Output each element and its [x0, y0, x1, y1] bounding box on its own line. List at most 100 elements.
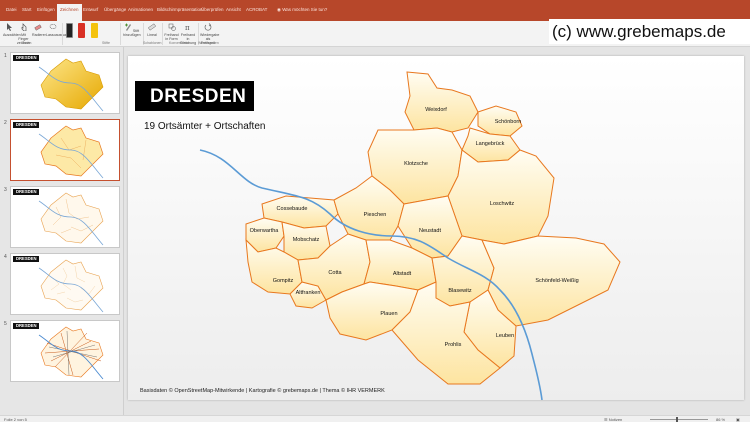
copyright-watermark: (c) www.grebemaps.de — [549, 19, 750, 44]
zoom-slider-track — [650, 419, 708, 420]
ink-to-shape-label: Freihand in Form — [164, 33, 179, 41]
eraser-label: Radierer — [32, 33, 46, 37]
playback-group-label: Wiedergeben — [198, 41, 219, 45]
thumbnail-map-preview — [38, 192, 104, 246]
finger-icon — [21, 23, 26, 32]
slide-footer-credits[interactable]: Basisdaten © OpenStreetMap-Mitwirkende |… — [140, 388, 385, 394]
lightbulb-icon: ◉ — [277, 7, 281, 12]
thumbnail-number: 3 — [4, 187, 7, 193]
fit-to-window-icon[interactable]: ▣ — [736, 417, 740, 422]
current-slide[interactable]: DRESDEN 19 Ortsämter + Ortschaften Weixd… — [128, 56, 744, 400]
thumbnail-title: DRESDEN — [13, 323, 40, 329]
notes-button[interactable]: ☰ Notizen — [604, 417, 622, 422]
dresden-district-map[interactable]: Weixdorf Schönborn Langebrück Klotzsche … — [128, 56, 744, 400]
tab-review[interactable]: Überprüfen — [201, 7, 224, 12]
thumbnail-title: DRESDEN — [13, 256, 40, 262]
ribbon-separator — [120, 23, 121, 45]
thumbnail-number: 1 — [4, 53, 7, 59]
thumbnail-title: DRESDEN — [13, 55, 40, 61]
slide-thumbnail-4[interactable]: DRESDEN — [10, 253, 120, 315]
district-label: Altstadt — [393, 271, 412, 277]
yellow-highlighter-button[interactable] — [91, 23, 98, 38]
tell-me-search[interactable]: ◉ Was möchten Sie tun? — [277, 7, 327, 13]
svg-text:π: π — [185, 24, 190, 31]
ink-to-math-icon: π — [185, 24, 190, 32]
eraser-icon — [34, 24, 42, 31]
district-label: Cossebaude — [277, 206, 308, 212]
ink-to-shape-button[interactable]: Freihand in Form — [164, 23, 179, 41]
district-loschwitz[interactable] — [447, 149, 555, 245]
district-label: Blasewitz — [448, 288, 471, 294]
tab-design[interactable]: Entwurf — [83, 7, 98, 12]
lasso-select-button[interactable]: Lassoauswahl — [46, 23, 69, 37]
thumbnail-map-preview — [38, 326, 104, 380]
slide-thumbnail-3[interactable]: DRESDEN — [10, 186, 120, 248]
thumbnail-map-preview — [38, 259, 104, 313]
thumbnail-title: DRESDEN — [13, 122, 40, 128]
district-label: Gompitz — [273, 278, 294, 284]
zoom-level[interactable]: 86 % — [716, 417, 725, 422]
tab-draw[interactable]: Zeichnen — [57, 4, 82, 21]
tools-group-label: Tools — [22, 41, 31, 45]
slide-counter: Folie 2 von 5 — [4, 417, 27, 422]
cursor-icon — [7, 23, 12, 31]
add-pen-icon — [124, 23, 131, 31]
notes-icon: ☰ — [604, 417, 608, 422]
district-label: Weixdorf — [425, 107, 447, 113]
thumbnail-map-preview — [38, 125, 104, 179]
tell-me-label: Was möchten Sie tun? — [282, 7, 328, 12]
ribbon-separator — [62, 23, 63, 45]
lasso-icon — [49, 23, 57, 30]
ribbon-tab-bar: Datei Start Einfügen Zeichnen Entwurf Üb… — [0, 0, 750, 21]
district-label: Schönborn — [495, 119, 522, 125]
replay-icon — [204, 23, 212, 31]
slide-thumbnail-5[interactable]: DRESDEN — [10, 320, 120, 382]
notes-label: Notizen — [608, 417, 623, 422]
tab-transitions[interactable]: Übergänge — [104, 7, 126, 12]
district-label: Leuben — [496, 333, 514, 339]
district-label: Oberwartha — [250, 228, 280, 234]
tab-view[interactable]: Ansicht — [226, 7, 241, 12]
district-label: Loschwitz — [490, 201, 514, 207]
convert-group-label: Konvertieren — [169, 41, 189, 45]
zoom-slider-thumb[interactable] — [676, 417, 678, 422]
slide-thumbnail-2[interactable]: DRESDEN — [10, 119, 120, 181]
district-label: Plauen — [380, 311, 397, 317]
tab-animations[interactable]: Animationen — [128, 7, 153, 12]
district-label: Cotta — [328, 270, 342, 276]
black-pen-button[interactable] — [66, 23, 73, 38]
templates-group-label: Schablonen — [143, 41, 162, 45]
ribbon-separator — [162, 23, 163, 45]
tab-slideshow[interactable]: Bildschirmpräsentation — [157, 7, 203, 12]
zoom-slider[interactable] — [650, 417, 710, 422]
thumbnail-number: 2 — [4, 120, 7, 126]
district-label: Langebrück — [476, 141, 505, 147]
red-pen-button[interactable] — [78, 23, 85, 38]
ruler-icon — [147, 23, 157, 31]
thumbnail-number: 5 — [4, 321, 7, 327]
status-bar: Folie 2 von 5 ☰ Notizen 86 % ▣ — [0, 415, 750, 422]
ruler-label: Lineal — [147, 33, 157, 37]
slide-thumbnail-1[interactable]: DRESDEN — [10, 52, 120, 114]
watermark-text: (c) www.grebemaps.de — [552, 22, 726, 41]
add-pen-button[interactable]: Stift hinzufügen — [123, 23, 141, 37]
tab-insert[interactable]: Einfügen — [37, 7, 55, 12]
ink-to-shape-icon — [168, 23, 176, 31]
district-label: Schönfeld-Weißig — [535, 278, 578, 284]
select-button[interactable]: Auswählen — [3, 23, 21, 37]
tab-acrobat[interactable]: ACROBAT — [246, 7, 267, 12]
eraser-button[interactable]: Radierer — [32, 23, 46, 37]
thumbnail-number: 4 — [4, 254, 7, 260]
district-weixdorf[interactable] — [404, 71, 479, 133]
powerpoint-window: Datei Start Einfügen Zeichnen Entwurf Üb… — [0, 0, 750, 422]
tab-home[interactable]: Start — [22, 7, 32, 12]
slide-thumbnail-pane: 1 DRESDEN 2 DRESDEN 3 DRESDEN 4 DRESDEN … — [0, 47, 124, 415]
district-label: Mobschatz — [293, 237, 320, 243]
district-label: Pieschen — [364, 212, 387, 218]
thumbnail-title: DRESDEN — [13, 189, 40, 195]
district-label: Klotzsche — [404, 161, 428, 167]
tab-file[interactable]: Datei — [6, 7, 17, 12]
ruler-button[interactable]: Lineal — [146, 23, 158, 37]
thumbnail-map-preview — [38, 58, 104, 112]
district-label: Prohlis — [445, 342, 462, 348]
